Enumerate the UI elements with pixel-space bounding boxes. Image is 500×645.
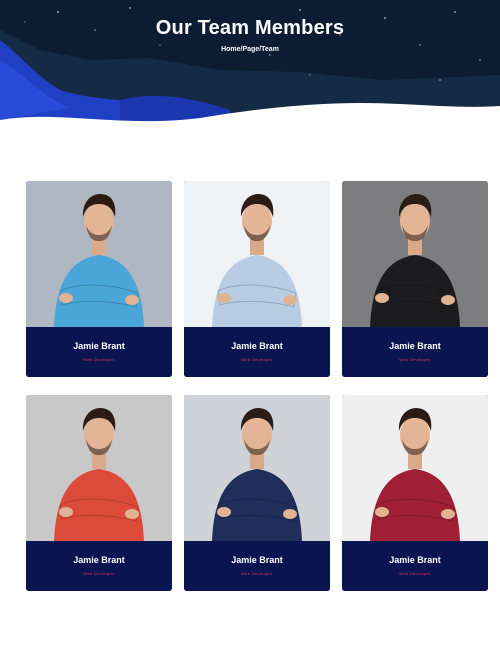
breadcrumb-current: Team (261, 46, 279, 53)
team-member-card[interactable]: Jamie Brant Web Developer (342, 181, 488, 377)
team-member-card[interactable]: Jamie Brant Web Developer (26, 181, 172, 377)
team-member-info: Jamie Brant Web Developer (342, 541, 488, 591)
team-member-card[interactable]: Jamie Brant Web Developer (184, 181, 330, 377)
team-member-name: Jamie Brant (231, 555, 283, 565)
team-member-card[interactable]: Jamie Brant Web Developer (184, 395, 330, 591)
team-member-photo (184, 395, 330, 541)
team-member-name: Jamie Brant (231, 341, 283, 351)
team-member-role: Web Developer (83, 357, 115, 362)
portrait-illustration (342, 395, 488, 541)
team-member-name: Jamie Brant (73, 555, 125, 565)
team-member-photo (26, 181, 172, 327)
team-member-info: Jamie Brant Web Developer (26, 327, 172, 377)
portrait-illustration (184, 181, 330, 327)
team-member-role: Web Developer (241, 571, 273, 576)
team-member-name: Jamie Brant (73, 341, 125, 351)
team-member-info: Jamie Brant Web Developer (26, 541, 172, 591)
team-member-role: Web Developer (399, 357, 431, 362)
team-member-role: Web Developer (399, 571, 431, 576)
team-grid: Jamie Brant Web Developer Jamie Brant We… (26, 181, 488, 591)
team-member-card[interactable]: Jamie Brant Web Developer (342, 395, 488, 591)
page-title: Our Team Members (155, 17, 345, 39)
page-header-banner: Our Team Members Home/Page/Team (0, 0, 500, 135)
portrait-illustration (184, 395, 330, 541)
team-member-info: Jamie Brant Web Developer (184, 541, 330, 591)
team-member-card[interactable]: Jamie Brant Web Developer (26, 395, 172, 591)
team-member-name: Jamie Brant (389, 341, 441, 351)
breadcrumb-home-link[interactable]: Home (221, 46, 240, 53)
team-member-role: Web Developer (241, 357, 273, 362)
breadcrumb: Home/Page/Team (0, 46, 500, 53)
team-member-photo (26, 395, 172, 541)
portrait-illustration (26, 181, 172, 327)
team-member-photo (184, 181, 330, 327)
team-member-photo (342, 395, 488, 541)
team-member-role: Web Developer (83, 571, 115, 576)
team-member-photo (342, 181, 488, 327)
team-member-name: Jamie Brant (389, 555, 441, 565)
breadcrumb-page-link[interactable]: Page (242, 46, 259, 53)
portrait-illustration (26, 395, 172, 541)
team-member-info: Jamie Brant Web Developer (342, 327, 488, 377)
team-member-info: Jamie Brant Web Developer (184, 327, 330, 377)
portrait-illustration (342, 181, 488, 327)
